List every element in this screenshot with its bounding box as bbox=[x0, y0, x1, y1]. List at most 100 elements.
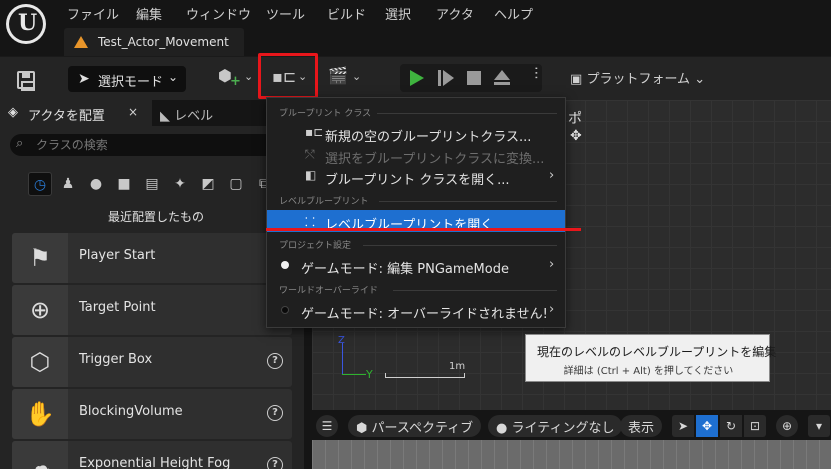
hamburger-menu-icon[interactable]: ☰ bbox=[316, 415, 338, 437]
trigger-box-icon: ⬡ bbox=[12, 337, 68, 387]
more-options-icon[interactable]: ⋯ bbox=[528, 66, 544, 80]
search-icon: ⌕ bbox=[16, 136, 24, 151]
menu-item-label: ブループリント クラスを開く... bbox=[325, 173, 510, 188]
section-project-settings: プロジェクト設定 bbox=[279, 241, 352, 251]
surface-snap-icon[interactable]: ▾ bbox=[808, 415, 830, 437]
actor-item-label: Target Point bbox=[79, 300, 156, 315]
tooltip-subtitle: 詳細は (Ctrl + Alt) を押してください bbox=[563, 366, 734, 377]
blocking-volume-icon: ✋ bbox=[12, 389, 68, 439]
scale-tool-icon[interactable]: ⊡ bbox=[744, 415, 766, 437]
cinematics-icon[interactable]: 🎬 bbox=[328, 66, 348, 85]
chevron-down-icon: ⌄ bbox=[694, 72, 706, 87]
tab-place-actors[interactable]: ◈ アクタを配置 × bbox=[0, 100, 152, 126]
help-icon[interactable]: ? bbox=[267, 405, 283, 421]
lights-icon[interactable]: ● bbox=[84, 172, 108, 196]
basic-actors-icon[interactable]: ♟ bbox=[56, 172, 80, 196]
menu-bar: U ファイル 編集 ウィンドウ ツール ビルド 選択 アクタ ヘルプ bbox=[0, 0, 831, 44]
axis-y-line bbox=[342, 374, 366, 375]
convert-icon: ⤲ bbox=[305, 147, 315, 161]
class-search[interactable]: ⌕ bbox=[10, 134, 302, 156]
document-tab[interactable]: Test_Actor_Movement bbox=[64, 28, 244, 56]
eject-icon[interactable] bbox=[494, 70, 510, 80]
show-button[interactable]: 表示 bbox=[620, 415, 663, 437]
menu-item-label: ゲームモード: 編集 PNGameMode bbox=[301, 262, 509, 277]
stop-icon[interactable] bbox=[467, 71, 481, 85]
blueprint-dropdown-menu: ブループリント クラス ▪⊏ 新規の空のブループリントクラス... ⤲ 選択をブ… bbox=[266, 97, 566, 328]
section-world-override: ワールドオーバーライド bbox=[279, 286, 378, 296]
visual-effects-icon[interactable]: ✦ bbox=[168, 172, 192, 196]
platforms-icon: ▣ bbox=[570, 72, 583, 87]
add-actor-chevron-icon[interactable]: ⌄ bbox=[244, 70, 253, 83]
tooltip: 現在のレベルのレベルブループリントを編集 詳細は (Ctrl + Alt) を押… bbox=[525, 334, 776, 382]
menu-convert-selection[interactable]: ⤲ 選択をブループリントクラスに変換... bbox=[267, 144, 565, 167]
lighting-button[interactable]: ● ライティングなし bbox=[488, 415, 623, 437]
section-blueprint-class: ブループリント クラス bbox=[279, 109, 372, 119]
actor-item-player-start[interactable]: ⚑ Player Start bbox=[12, 233, 292, 283]
blueprint-button-highlight bbox=[258, 53, 318, 99]
flag-gamepad-icon: ⚑ bbox=[12, 233, 68, 283]
cinematics-chevron-icon[interactable]: ⌄ bbox=[352, 70, 361, 83]
actor-item-label: Exponential Height Fog bbox=[79, 456, 231, 469]
tooltip-title: 現在のレベルのレベルブループリントを編集 bbox=[537, 345, 777, 359]
menu-game-mode-override[interactable]: ゲームモード: オーバーライドされません! › bbox=[267, 299, 565, 322]
menu-actor[interactable]: アクタ bbox=[436, 4, 474, 23]
place-actors-icon: ◈ bbox=[8, 105, 18, 120]
chevron-right-icon: › bbox=[549, 257, 555, 272]
platforms-button[interactable]: ▣ プラットフォーム ⌄ bbox=[570, 68, 705, 87]
highlight-underline bbox=[266, 228, 581, 231]
axis-z-line bbox=[342, 343, 343, 375]
perspective-button[interactable]: ⬢ パースペクティブ bbox=[348, 415, 482, 437]
menu-window[interactable]: ウィンドウ bbox=[186, 4, 251, 23]
separator bbox=[377, 113, 557, 114]
cinematic-icon[interactable]: ▤ bbox=[140, 172, 164, 196]
world-local-icon[interactable]: ⊕ bbox=[776, 415, 798, 437]
menu-file[interactable]: ファイル bbox=[67, 4, 119, 23]
actor-item-blocking-volume[interactable]: ✋ BlockingVolume ? bbox=[12, 389, 292, 439]
actor-item-trigger-box[interactable]: ⬡ Trigger Box ? bbox=[12, 337, 292, 387]
viewport-label-fragment: ポ bbox=[568, 111, 582, 127]
class-search-input[interactable] bbox=[36, 137, 286, 153]
chevron-right-icon: › bbox=[549, 302, 555, 317]
play-icon[interactable] bbox=[410, 70, 424, 86]
shapes-icon[interactable]: ■ bbox=[112, 172, 136, 196]
step-icon[interactable] bbox=[438, 70, 454, 86]
tab-levels[interactable]: ◣ レベル bbox=[160, 105, 213, 124]
menu-new-empty-blueprint[interactable]: ▪⊏ 新規の空のブループリントクラス... bbox=[267, 122, 565, 145]
move-gizmo-icon: ✥ bbox=[570, 128, 582, 144]
menu-select[interactable]: 選択 bbox=[385, 4, 411, 23]
actor-item-exponential-height-fog[interactable]: ☁ Exponential Height Fog ? bbox=[12, 441, 292, 469]
translate-tool-icon[interactable]: ✥ bbox=[696, 415, 718, 437]
recent-clock-icon[interactable]: ◷ bbox=[28, 172, 52, 196]
plus-icon: + bbox=[230, 74, 241, 89]
menu-tools[interactable]: ツール bbox=[266, 4, 305, 23]
actor-item-label: BlockingVolume bbox=[79, 404, 183, 419]
tab-levels-label: レベル bbox=[174, 109, 214, 124]
blueprint-icon: ▪⊏ bbox=[305, 125, 324, 139]
save-icon[interactable] bbox=[17, 71, 35, 91]
rotate-tool-icon[interactable]: ↻ bbox=[720, 415, 742, 437]
help-icon[interactable]: ? bbox=[267, 457, 283, 469]
close-icon[interactable]: × bbox=[128, 105, 138, 119]
select-mode-label: 選択モード bbox=[98, 75, 164, 90]
tab-place-actors-label: アクタを配置 bbox=[28, 109, 105, 124]
volumes-icon[interactable]: ▢ bbox=[224, 172, 248, 196]
help-icon[interactable]: ? bbox=[267, 353, 283, 369]
cube-icon: ⬢ bbox=[356, 421, 368, 436]
actor-item-target-point[interactable]: ⊕ Target Point bbox=[12, 285, 292, 335]
lighting-label: ライティングなし bbox=[511, 421, 615, 436]
menu-edit[interactable]: 編集 bbox=[136, 4, 162, 23]
unreal-logo-icon[interactable]: U bbox=[6, 4, 46, 44]
select-tool-icon[interactable]: ➤ bbox=[672, 415, 694, 437]
separator bbox=[393, 290, 557, 291]
menu-game-mode-edit[interactable]: ゲームモード: 編集 PNGameMode › bbox=[267, 254, 565, 277]
scale-label: 1m bbox=[449, 361, 466, 372]
menu-build[interactable]: ビルド bbox=[327, 4, 366, 23]
separator bbox=[363, 245, 557, 246]
menu-help[interactable]: ヘルプ bbox=[494, 4, 533, 23]
select-mode-button[interactable]: ➤ 選択モード ⌄ bbox=[68, 66, 186, 92]
chevron-right-icon: › bbox=[549, 168, 555, 183]
perspective-label: パースペクティブ bbox=[371, 421, 474, 436]
section-level-blueprint: レベルブループリント bbox=[279, 197, 369, 207]
geometry-icon[interactable]: ◩ bbox=[196, 172, 220, 196]
menu-open-blueprint-class[interactable]: ◧ ブループリント クラスを開く... › bbox=[267, 165, 565, 188]
